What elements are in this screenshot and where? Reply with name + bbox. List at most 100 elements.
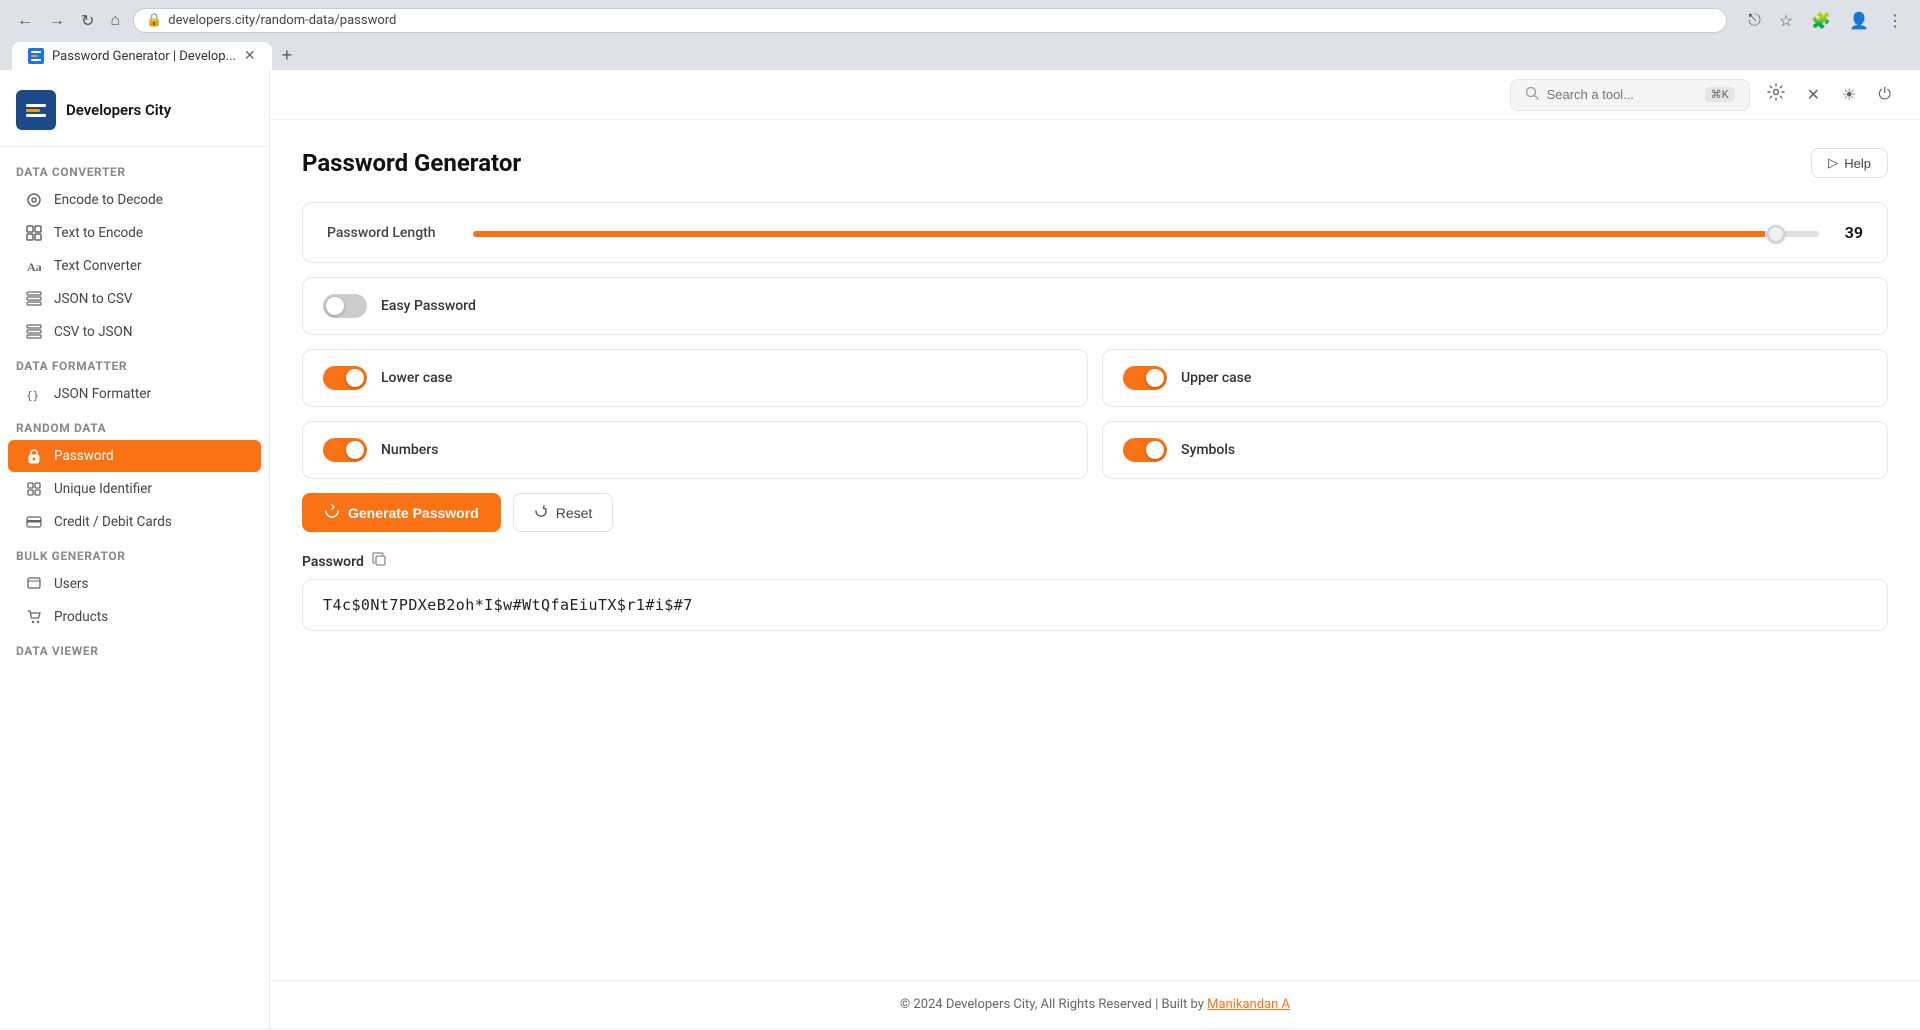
section-title-data-converter: Data Converter bbox=[0, 155, 269, 183]
numbers-toggle[interactable] bbox=[323, 438, 367, 462]
section-title-data-viewer: Data Viewer bbox=[0, 634, 269, 662]
tab-favicon bbox=[28, 48, 44, 64]
reset-button-label: Reset bbox=[556, 505, 593, 521]
menu-icon[interactable]: ⋮ bbox=[1882, 9, 1908, 33]
sidebar-logo: Developers City bbox=[0, 82, 269, 147]
forward-button[interactable]: → bbox=[44, 10, 70, 32]
sidebar-item-credit-debit-cards[interactable]: Credit / Debit Cards bbox=[8, 506, 261, 538]
users-icon bbox=[24, 576, 44, 592]
play-icon: ▷ bbox=[1828, 155, 1838, 171]
reload-button[interactable]: ↻ bbox=[76, 9, 99, 33]
upper-case-toggle[interactable] bbox=[1123, 366, 1167, 390]
url-text: developers.city/random-data/password bbox=[168, 13, 396, 28]
search-input[interactable] bbox=[1547, 87, 1697, 102]
reset-icon bbox=[534, 504, 548, 521]
sidebar-item-label: CSV to JSON bbox=[54, 324, 132, 340]
sidebar-item-json-formatter[interactable]: {} JSON Formatter bbox=[8, 378, 261, 410]
settings-icon-btn[interactable] bbox=[1762, 78, 1790, 111]
help-button[interactable]: ▷ Help bbox=[1811, 148, 1888, 178]
easy-password-toggle[interactable] bbox=[323, 294, 367, 318]
footer-text: © 2024 Developers City, All Rights Reser… bbox=[900, 997, 1207, 1012]
generate-button-label: Generate Password bbox=[348, 505, 479, 521]
extension-icon[interactable]: 🧩 bbox=[1806, 9, 1836, 33]
symbols-track bbox=[1123, 438, 1167, 462]
sidebar-item-label: Text Converter bbox=[54, 258, 142, 274]
generate-icon bbox=[324, 503, 340, 522]
copy-icon[interactable] bbox=[372, 552, 387, 571]
profile-icon[interactable]: 👤 bbox=[1844, 9, 1874, 33]
logo-line-3 bbox=[26, 114, 46, 117]
back-button[interactable]: ← bbox=[12, 10, 38, 32]
page-title-text: Password Generator bbox=[302, 149, 521, 177]
password-length-slider[interactable] bbox=[473, 231, 1819, 237]
json-formatter-icon: {} bbox=[24, 386, 44, 402]
slider-container bbox=[473, 225, 1819, 241]
search-kbd: ⌘K bbox=[1705, 87, 1735, 102]
lower-case-card: Lower case bbox=[302, 349, 1088, 407]
share-icon[interactable]: ⎋ bbox=[1743, 10, 1766, 32]
sidebar-item-text-to-encode[interactable]: Text to Encode bbox=[8, 217, 261, 249]
sidebar-item-encode-to-decode[interactable]: Encode to Decode bbox=[8, 184, 261, 216]
active-tab[interactable]: Password Generator | Develop... ✕ bbox=[12, 42, 272, 70]
sidebar-item-label: Products bbox=[54, 609, 108, 625]
sidebar-item-label: JSON Formatter bbox=[54, 386, 151, 402]
page-title-row: Password Generator ▷ Help bbox=[302, 148, 1888, 178]
password-length-card: Password Length 39 bbox=[302, 202, 1888, 263]
sidebar-item-text-converter[interactable]: Aa Text Converter bbox=[8, 250, 261, 282]
password-length-value: 39 bbox=[1835, 223, 1863, 242]
symbols-card: Symbols bbox=[1102, 421, 1888, 479]
sidebar: Developers City Data Converter Encode to… bbox=[0, 70, 270, 1028]
search-bar[interactable]: ⌘K bbox=[1510, 79, 1750, 111]
sidebar-item-products[interactable]: Products bbox=[8, 601, 261, 633]
bookmark-icon[interactable]: ☆ bbox=[1774, 9, 1798, 33]
symbols-toggle[interactable] bbox=[1123, 438, 1167, 462]
power-icon-btn[interactable]: ⏻ bbox=[1873, 81, 1896, 109]
sidebar-logo-text: Developers City bbox=[66, 101, 171, 119]
sidebar-item-csv-to-json[interactable]: CSV to JSON bbox=[8, 316, 261, 348]
search-icon bbox=[1525, 86, 1539, 104]
numbers-track bbox=[323, 438, 367, 462]
csv-json-icon bbox=[24, 324, 44, 340]
lower-case-toggle[interactable] bbox=[323, 366, 367, 390]
encode-icon bbox=[24, 192, 44, 208]
sidebar-item-label: JSON to CSV bbox=[54, 291, 132, 307]
sidebar-item-users[interactable]: Users bbox=[8, 568, 261, 600]
action-row: Generate Password Reset bbox=[302, 493, 1888, 532]
close-icon-btn[interactable]: ✕ bbox=[1802, 80, 1825, 110]
lower-case-label: Lower case bbox=[381, 370, 452, 386]
main-content: ⌘K ✕ ☀ ⏻ Password Generator ▷ Help Passw bbox=[270, 70, 1920, 1028]
help-label: Help bbox=[1844, 156, 1871, 171]
page-main: Password Generator ▷ Help Password Lengt… bbox=[270, 120, 1920, 980]
password-icon bbox=[24, 448, 44, 464]
tab-close-button[interactable]: ✕ bbox=[244, 48, 256, 64]
easy-password-track bbox=[323, 294, 367, 318]
json-csv-icon bbox=[24, 291, 44, 307]
upper-case-track bbox=[1123, 366, 1167, 390]
password-length-label: Password Length bbox=[327, 225, 457, 241]
new-tab-button[interactable]: + bbox=[274, 41, 301, 70]
upper-case-label: Upper case bbox=[1181, 370, 1251, 386]
unique-id-icon bbox=[24, 481, 44, 497]
footer-author-link[interactable]: Manikandan A bbox=[1207, 997, 1290, 1012]
theme-icon-btn[interactable]: ☀ bbox=[1837, 80, 1861, 110]
lock-icon: 🔒 bbox=[146, 13, 162, 28]
section-title-random-data: Random Data bbox=[0, 411, 269, 439]
lower-case-track bbox=[323, 366, 367, 390]
home-button[interactable]: ⌂ bbox=[105, 10, 125, 32]
sidebar-item-unique-identifier[interactable]: Unique Identifier bbox=[8, 473, 261, 505]
sidebar-item-label: Credit / Debit Cards bbox=[54, 514, 172, 530]
sidebar-item-password[interactable]: Password bbox=[8, 440, 261, 472]
reset-button[interactable]: Reset bbox=[513, 493, 614, 532]
sidebar-item-json-to-csv[interactable]: JSON to CSV bbox=[8, 283, 261, 315]
upper-case-card: Upper case bbox=[1102, 349, 1888, 407]
easy-password-label: Easy Password bbox=[381, 298, 476, 314]
generate-password-button[interactable]: Generate Password bbox=[302, 493, 501, 532]
password-value: T4c$0Nt7PDXeB2oh*I$w#WtQfaEiuTX$r1#i$#7 bbox=[323, 596, 693, 614]
password-label-row: Password bbox=[302, 552, 1888, 571]
section-title-bulk-generator: Bulk Generator bbox=[0, 539, 269, 567]
options-grid: Lower case Upper case bbox=[302, 349, 1888, 479]
numbers-label: Numbers bbox=[381, 442, 438, 458]
sidebar-item-label: Unique Identifier bbox=[54, 481, 152, 497]
easy-password-card: Easy Password bbox=[302, 277, 1888, 335]
address-bar[interactable]: 🔒 developers.city/random-data/password bbox=[133, 8, 1727, 33]
